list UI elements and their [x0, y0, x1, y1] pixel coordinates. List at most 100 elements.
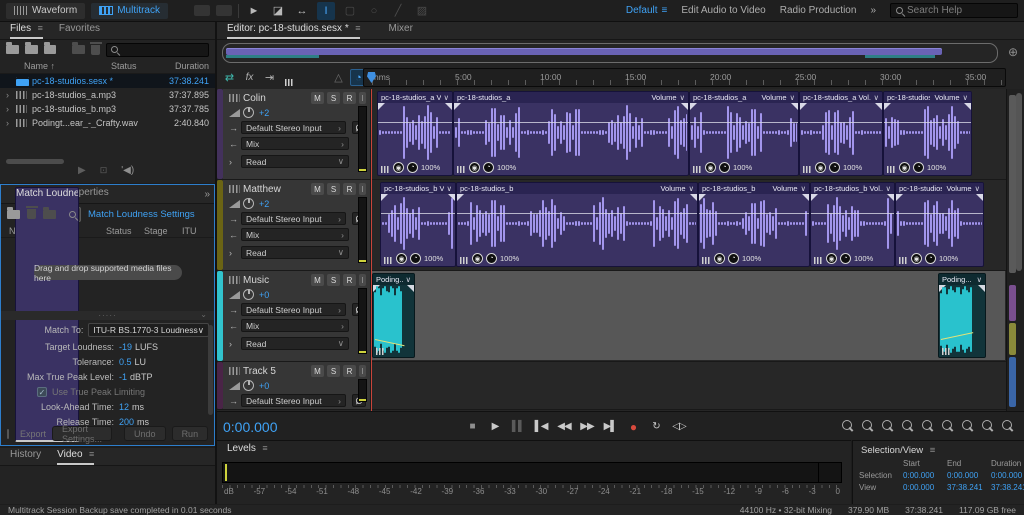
volume-envelope-line[interactable] — [699, 213, 809, 214]
track-gain-value[interactable]: +0 — [259, 381, 269, 391]
solo-button[interactable]: S — [327, 92, 340, 104]
zoom-to-selection-icon[interactable] — [959, 418, 976, 434]
clip-volume-label[interactable]: Volume — [651, 93, 676, 102]
run-button[interactable]: Run — [172, 426, 209, 441]
tab-mixer[interactable]: Mixer — [388, 23, 412, 39]
clip-stretch-button[interactable]: ◔ — [719, 162, 730, 173]
trash-icon[interactable] — [91, 45, 100, 55]
chevron-down-icon[interactable]: ∨ — [874, 93, 880, 102]
chevron-down-icon[interactable]: ∨ — [975, 184, 981, 193]
clip-meter-icon[interactable] — [887, 166, 896, 173]
audio-clip[interactable]: pc-18-studios_b Vol...∨◉◔100% — [810, 182, 895, 267]
chevron-down-icon[interactable]: ∨ — [444, 93, 450, 102]
volume-ramp-icon[interactable] — [229, 382, 240, 390]
track-name[interactable]: Track 5 — [243, 366, 308, 377]
clip-stretch-button[interactable]: ◔ — [407, 162, 418, 173]
workspace-radio-production[interactable]: Radio Production — [780, 5, 857, 16]
volume-envelope-line[interactable] — [381, 213, 455, 214]
clip-meter-icon[interactable] — [457, 166, 466, 173]
tab-levels[interactable]: Levels ≡ — [227, 443, 268, 457]
import-file-icon[interactable] — [25, 45, 38, 54]
mute-button[interactable]: M — [311, 92, 324, 104]
skip-selection-button[interactable]: ◁▷ — [671, 419, 687, 434]
drag-drop-zone[interactable]: Drag and drop supported media files here — [34, 265, 182, 280]
razor-tool-icon[interactable]: ◪ — [269, 2, 287, 20]
workspace-overflow-chevrons[interactable]: » — [870, 5, 876, 16]
clip-meter-icon[interactable] — [460, 257, 469, 264]
clip-gain-button[interactable]: ◉ — [705, 162, 716, 173]
clip-stretch-button[interactable]: ◔ — [925, 253, 936, 264]
input-select[interactable]: Default Stereo Input› — [241, 212, 346, 225]
files-search-input[interactable] — [106, 43, 209, 57]
playhead-line[interactable] — [371, 89, 372, 411]
track-lane[interactable] — [371, 362, 1024, 409]
end-value[interactable]: 0:00.000 — [947, 470, 991, 482]
insert-into-multitrack-icon[interactable] — [72, 45, 85, 54]
clip-meter-icon[interactable] — [942, 348, 951, 355]
output-select[interactable]: Mix› — [241, 137, 349, 150]
waveform-view-button[interactable]: Waveform — [6, 3, 85, 19]
input-select[interactable]: Default Stereo Input› — [241, 121, 346, 134]
zoom-navigator-bar[interactable] — [222, 43, 998, 63]
playhead-time-display[interactable]: 0:00.000 — [223, 419, 278, 435]
volume-ramp-icon[interactable] — [229, 200, 240, 208]
workspace-edit-audio-to-video[interactable]: Edit Audio to Video — [681, 5, 765, 16]
track-gain-value[interactable]: +2 — [259, 108, 269, 118]
automation-expand-icon[interactable]: › — [229, 248, 238, 258]
loop-playback-button[interactable]: ↻ — [648, 419, 664, 434]
end-value[interactable]: 37:38.241 — [947, 482, 991, 494]
clip-gain-button[interactable]: ◉ — [393, 162, 404, 173]
duplicate-icon[interactable] — [43, 210, 56, 219]
chevron-down-icon[interactable]: ∨ — [790, 93, 796, 102]
clip-volume-label[interactable]: Volume — [761, 93, 786, 102]
clip-gain-button[interactable]: ◉ — [472, 253, 483, 264]
clip-gain-button[interactable]: ◉ — [396, 253, 407, 264]
volume-envelope-line[interactable] — [690, 122, 798, 123]
input-monitor-button[interactable]: I — [359, 92, 366, 104]
clip-meter-icon[interactable] — [384, 257, 393, 264]
clip-gain-button[interactable]: ◉ — [469, 162, 480, 173]
audio-clip[interactable]: pc-18-studios_aVolume∨◉◔100% — [453, 91, 689, 176]
chevron-down-icon[interactable]: ∨ — [801, 184, 807, 193]
track-gain-value[interactable]: +2 — [259, 199, 269, 209]
input-monitor-button[interactable]: I — [359, 183, 366, 195]
chevron-down-icon[interactable]: ∨ — [977, 275, 983, 284]
fast-forward-button[interactable]: ▶▶ — [579, 419, 595, 434]
file-row[interactable]: ›pc-18-studios_b.mp337:37.785 — [0, 102, 215, 116]
metronome-icon[interactable]: △ — [330, 69, 347, 86]
tab-overflow-chevrons[interactable]: » — [204, 189, 210, 203]
record-arm-button[interactable]: R — [343, 183, 356, 195]
tab-favorites[interactable]: Favorites — [59, 23, 100, 39]
track-name[interactable]: Colin — [243, 93, 308, 104]
volume-envelope-line[interactable] — [896, 213, 983, 214]
file-row[interactable]: pc-18-studios.sesx *37:38.241 — [0, 74, 215, 88]
clip-stretch-button[interactable]: ◔ — [728, 253, 739, 264]
zoom-to-playhead-icon[interactable] — [899, 418, 916, 434]
new-session-icon[interactable] — [44, 45, 57, 54]
duration-value[interactable]: 37:38.241 — [991, 482, 1024, 494]
search-help-input[interactable]: Search Help — [890, 3, 1018, 18]
audio-clip[interactable]: Poding...∨ — [372, 273, 415, 358]
record-arm-button[interactable]: R — [343, 92, 356, 104]
record-arm-button[interactable]: R — [343, 365, 356, 377]
solo-button[interactable]: S — [327, 183, 340, 195]
clip-meter-icon[interactable] — [702, 257, 711, 264]
audio-clip[interactable]: pc-18-studios_aVolume∨◉◔100% — [689, 91, 799, 176]
zoom-out-amplitude-icon[interactable] — [859, 418, 876, 434]
clip-meter-icon[interactable] — [381, 166, 390, 173]
input-monitor-button[interactable]: I — [359, 274, 366, 286]
audio-clip[interactable]: pc-18-studios_bVolume∨◉◔100% — [698, 182, 810, 267]
track-lane[interactable]: pc-18-studios_b V...∨◉◔100%pc-18-studios… — [371, 180, 1024, 270]
chevron-down-icon[interactable]: ∨ — [689, 184, 695, 193]
lasso-selection-tool-icon[interactable]: ○ — [365, 2, 383, 20]
expand-chevron-icon[interactable]: › — [6, 104, 16, 114]
input-monitor-button[interactable]: I — [359, 365, 366, 377]
slip-tool-icon[interactable]: ↔ — [293, 2, 311, 20]
clip-volume-label[interactable]: Volume — [946, 184, 971, 193]
chevron-down-icon[interactable]: ∨ — [447, 184, 453, 193]
record-button[interactable]: ● — [625, 419, 641, 434]
clip-gain-button[interactable]: ◉ — [815, 162, 826, 173]
automation-mode-select[interactable]: Read∨ — [241, 246, 349, 259]
audio-clip[interactable]: pc-18-studios_bVolume∨◉◔100% — [895, 182, 984, 267]
field-value[interactable]: -19 — [119, 342, 132, 352]
